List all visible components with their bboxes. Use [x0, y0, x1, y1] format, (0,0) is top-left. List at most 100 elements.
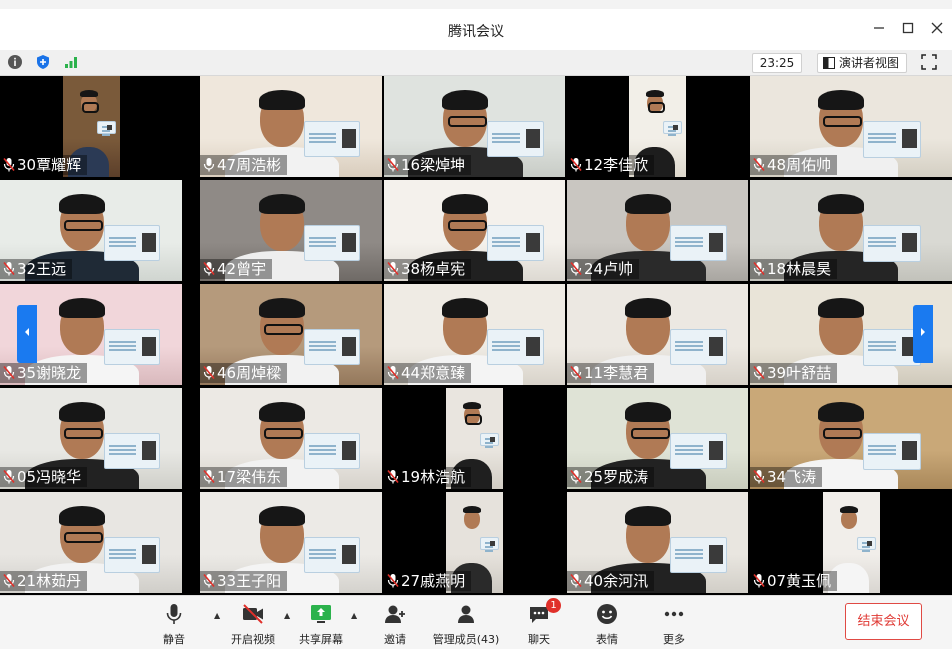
participant-tile[interactable]: 32王远	[0, 180, 182, 281]
participant-name-tag: 17梁伟东	[200, 467, 288, 487]
participant-name: 39叶舒喆	[767, 364, 832, 382]
video-off-icon	[243, 604, 263, 624]
participant-name-tag: 42曾宇	[200, 259, 273, 279]
participant-name-tag: 21林茹丹	[0, 571, 88, 591]
mic-muted-icon	[3, 157, 15, 172]
participant-name-tag: 18林晨昊	[750, 259, 838, 279]
fullscreen-icon[interactable]	[921, 54, 937, 70]
participant-name: 25罗成涛	[584, 468, 649, 486]
participant-name: 18林晨昊	[767, 260, 832, 278]
mic-muted-icon	[753, 157, 765, 172]
participant-name: 11李慧君	[584, 364, 649, 382]
participant-tile[interactable]: 42曾宇	[200, 180, 382, 281]
participant-name-tag: 38杨卓宪	[384, 259, 472, 279]
presenter-view-label: 演讲者视图	[839, 56, 900, 70]
mic-muted-icon	[753, 365, 765, 380]
mic-muted-icon	[203, 469, 215, 484]
participant-tile[interactable]: 18林晨昊	[750, 180, 952, 281]
network-signal-icon[interactable]	[63, 54, 79, 70]
next-page-arrow[interactable]	[913, 305, 933, 363]
participant-tile[interactable]: 11李慧君	[567, 284, 748, 385]
participant-tile[interactable]: 24卢帅	[567, 180, 748, 281]
video-options-caret[interactable]: ▲	[284, 611, 290, 620]
more-button[interactable]: 更多	[659, 600, 689, 646]
end-meeting-button[interactable]: 结束会议	[845, 603, 922, 640]
participant-name-tag: 40余河汛	[567, 571, 655, 591]
participant-tile[interactable]: 30覃耀辉	[0, 76, 182, 177]
participant-name: 19林浩航	[401, 468, 466, 486]
participant-name: 27戚燕明	[401, 572, 466, 590]
prev-page-arrow[interactable]	[17, 305, 37, 363]
participant-tile[interactable]: 05冯晓华	[0, 388, 182, 489]
participant-tile[interactable]: 19林浩航	[384, 388, 565, 489]
participant-name-tag: 30覃耀辉	[0, 155, 88, 175]
participant-tile[interactable]: 07黄玉佩	[750, 492, 952, 593]
invite-label: 邀请	[384, 633, 406, 646]
participant-name-tag: 34飞涛	[750, 467, 823, 487]
maximize-icon	[902, 22, 914, 34]
mic-muted-icon	[3, 573, 15, 588]
more-dots-icon	[664, 611, 684, 617]
participant-tile[interactable]: 44郑意臻	[384, 284, 565, 385]
presenter-view-button[interactable]: 演讲者视图	[817, 53, 907, 73]
participant-name-tag: 33王子阳	[200, 571, 288, 591]
start-video-button[interactable]: 开启视频	[228, 600, 278, 646]
chat-button[interactable]: 1 聊天	[524, 598, 561, 646]
participant-tile[interactable]: 21林茹丹	[0, 492, 182, 593]
mic-muted-icon	[753, 573, 765, 588]
chat-label: 聊天	[528, 633, 550, 646]
participant-name-tag: 12李佳欣	[567, 155, 655, 175]
mic-muted-icon	[753, 261, 765, 276]
participant-tile[interactable]: 38杨卓宪	[384, 180, 565, 281]
participant-name-tag: 05冯晓华	[0, 467, 88, 487]
mic-muted-icon	[203, 573, 215, 588]
share-screen-label: 共享屏幕	[299, 633, 343, 646]
invite-button[interactable]: 邀请	[380, 600, 410, 646]
participant-tile[interactable]: 17梁伟东	[200, 388, 382, 489]
video-grid: 30覃耀辉 47周浩彬 16梁焯坤 12李佳欣 48周佑帅 32王远 42曾宇 38杨卓宪 24…	[0, 76, 952, 595]
participant-tile[interactable]: 34飞涛	[750, 388, 952, 489]
mute-button[interactable]: 静音	[156, 600, 192, 646]
minimize-button[interactable]	[870, 21, 888, 39]
participant-name: 12李佳欣	[584, 156, 649, 174]
manage-members-button[interactable]: 管理成员(43)	[432, 600, 500, 646]
participant-tile[interactable]: 40余河汛	[567, 492, 748, 593]
manage-members-label: 管理成员(43)	[432, 633, 500, 646]
participant-tile[interactable]: 12李佳欣	[567, 76, 748, 177]
participant-tile[interactable]: 16梁焯坤	[384, 76, 565, 177]
participant-name: 07黄玉佩	[767, 572, 832, 590]
participant-name: 42曾宇	[217, 260, 267, 278]
participant-tile[interactable]: 46周焯樑	[200, 284, 382, 385]
members-icon	[458, 605, 474, 623]
mic-muted-icon	[387, 573, 399, 588]
close-button[interactable]	[928, 21, 946, 39]
mic-muted-icon	[387, 261, 399, 276]
participant-name-tag: 27戚燕明	[384, 571, 472, 591]
minimize-icon	[874, 27, 884, 29]
meeting-info-icon[interactable]	[7, 54, 23, 70]
participant-name: 05冯晓华	[17, 468, 82, 486]
mic-muted-icon	[203, 261, 215, 276]
participant-tile[interactable]: 47周浩彬	[200, 76, 382, 177]
participant-tile[interactable]: 25罗成涛	[567, 388, 748, 489]
participant-tile[interactable]: 33王子阳	[200, 492, 382, 593]
security-shield-icon[interactable]	[35, 54, 51, 70]
mic-muted-icon	[570, 261, 582, 276]
participant-name: 48周佑帅	[767, 156, 832, 174]
reactions-button[interactable]: 表情	[592, 600, 622, 646]
participant-tile[interactable]: 48周佑帅	[750, 76, 952, 177]
participant-tile[interactable]: 27戚燕明	[384, 492, 565, 593]
audio-options-caret[interactable]: ▲	[214, 611, 220, 620]
share-screen-button[interactable]: 共享屏幕	[296, 600, 346, 646]
chat-unread-badge: 1	[546, 598, 561, 613]
maximize-button[interactable]	[899, 21, 917, 39]
participant-name-tag: 48周佑帅	[750, 155, 838, 175]
mic-icon	[203, 158, 215, 172]
participant-name: 16梁焯坤	[401, 156, 466, 174]
participant-name: 17梁伟东	[217, 468, 282, 486]
share-options-caret[interactable]: ▲	[351, 611, 357, 620]
participant-name-tag: 46周焯樑	[200, 363, 288, 383]
window-title: 腾讯会议	[448, 24, 504, 40]
participant-name: 38杨卓宪	[401, 260, 466, 278]
participant-name: 21林茹丹	[17, 572, 82, 590]
